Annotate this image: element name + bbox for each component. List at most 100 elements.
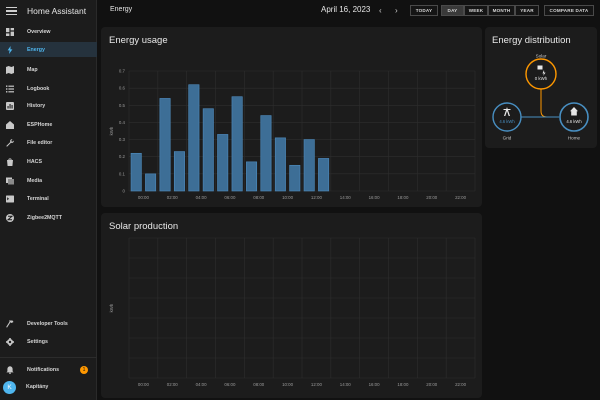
period-selector: DAY WEEK MONTH YEAR xyxy=(441,5,540,16)
energy-distribution-card: Energy distribution Solar 0 kWh 4.6 kWh … xyxy=(485,27,597,148)
y-tick-label: 0.6 xyxy=(119,86,126,91)
y-tick-label: 0.7 xyxy=(119,69,126,74)
sidebar-item-label: Overview xyxy=(27,28,51,35)
energy-usage-chart[interactable]: 0 0.1 0.2 0.3 0.4 0.5 0.6 0.7 00:00 02:00 04:00 06:… xyxy=(101,27,482,207)
x-tick-label: 14:00 xyxy=(340,382,352,387)
energy-usage-bar[interactable] xyxy=(130,152,142,192)
gear-icon xyxy=(6,337,14,346)
logbook-icon xyxy=(6,85,14,93)
sidebar-item-label: File editor xyxy=(27,139,53,146)
sidebar-item-label: Energy xyxy=(27,46,45,53)
energy-usage-bar[interactable] xyxy=(159,98,171,192)
next-date-button[interactable]: › xyxy=(395,6,398,15)
x-tick-label: 16:00 xyxy=(369,195,381,200)
energy-usage-bar[interactable] xyxy=(231,96,243,192)
y-tick-label: 0.3 xyxy=(119,137,126,142)
energy-usage-card: Energy usage 0 0.1 0.2 0.3 0.4 0.5 0.6 0.7 00:00… xyxy=(101,27,482,207)
energy-usage-bar[interactable] xyxy=(202,108,214,192)
sidebar-item-zigbee2mqtt[interactable]: Zigbee2MQTT xyxy=(0,210,97,225)
sidebar-item-label: Developer Tools xyxy=(27,320,68,327)
sidebar-item-settings[interactable]: Settings xyxy=(0,334,97,349)
y-tick-label: 0.2 xyxy=(119,154,126,159)
sidebar-item-history[interactable]: History xyxy=(0,98,97,113)
x-tick-label: 02:00 xyxy=(167,195,179,200)
y-axis-label: kWh xyxy=(109,126,114,135)
energy-usage-bar[interactable] xyxy=(260,115,272,192)
x-tick-label: 10:00 xyxy=(282,195,294,200)
x-tick-label: 18:00 xyxy=(397,195,409,200)
sidebar-item-logbook[interactable]: Logbook xyxy=(0,81,97,96)
week-button[interactable]: WEEK xyxy=(464,5,488,16)
x-tick-label: 08:00 xyxy=(253,382,265,387)
energy-usage-bar[interactable] xyxy=(274,137,286,192)
sidebar-item-label: Logbook xyxy=(27,85,50,92)
menu-icon[interactable] xyxy=(6,6,17,16)
user-name[interactable]: Kapitány xyxy=(26,384,48,390)
energy-usage-bar[interactable] xyxy=(289,164,301,192)
prev-date-button[interactable]: ‹ xyxy=(379,6,382,15)
notification-badge: 1 xyxy=(80,366,88,374)
sidebar-item-file-editor[interactable]: File editor xyxy=(0,135,97,150)
x-tick-label: 20:00 xyxy=(426,382,438,387)
solar-production-chart[interactable]: 00:00 02:00 04:00 06:00 08:00 10:00 12:00 14:00… xyxy=(101,213,482,398)
avatar[interactable]: K xyxy=(3,381,16,394)
solar-to-home-flow xyxy=(540,89,559,118)
sidebar-item-label: Notifications xyxy=(27,366,60,373)
energy-usage-bar[interactable] xyxy=(217,134,229,192)
top-bar: Energy April 16, 2023 ‹ › TODAY DAY WEEK… xyxy=(98,0,600,22)
sidebar-item-developer-tools[interactable]: Developer Tools xyxy=(0,316,97,331)
energy-bolt-icon xyxy=(6,45,14,54)
energy-usage-bar[interactable] xyxy=(173,151,185,192)
x-tick-label: 18:00 xyxy=(397,382,409,387)
sidebar-item-label: Terminal xyxy=(27,195,49,202)
x-tick-label: 00:00 xyxy=(138,382,150,387)
x-tick-label: 12:00 xyxy=(311,195,323,200)
hacs-icon xyxy=(6,157,14,166)
compare-data-button[interactable]: COMPARE DATA xyxy=(544,5,594,16)
x-tick-label: 12:00 xyxy=(311,382,323,387)
energy-usage-bar[interactable] xyxy=(246,161,258,192)
month-button[interactable]: MONTH xyxy=(488,5,515,16)
page-title: Energy xyxy=(110,6,133,13)
x-tick-label: 00:00 xyxy=(138,195,150,200)
energy-usage-bar[interactable] xyxy=(303,139,315,192)
sidebar-item-label: History xyxy=(27,102,46,109)
hammer-icon xyxy=(6,320,14,328)
energy-usage-bar[interactable] xyxy=(318,158,330,192)
day-button[interactable]: DAY xyxy=(441,5,464,16)
solar-production-card: Solar production 00:00 02:00 04:00 06:00 08:… xyxy=(101,213,482,398)
date-display: April 16, 2023 xyxy=(321,5,371,14)
home-value: 4.6 kWh xyxy=(566,119,582,124)
x-tick-label: 16:00 xyxy=(369,382,381,387)
sidebar-item-map[interactable]: Map xyxy=(0,62,97,77)
grid-value: 4.6 kWh xyxy=(499,119,515,124)
overview-icon xyxy=(6,27,14,36)
x-tick-label: 06:00 xyxy=(224,195,236,200)
x-tick-label: 06:00 xyxy=(224,382,236,387)
sidebar-item-label: HACS xyxy=(27,158,43,165)
sidebar-item-media[interactable]: Media xyxy=(0,173,97,188)
x-tick-label: 10:00 xyxy=(282,382,294,387)
sidebar-item-hacs[interactable]: HACS xyxy=(0,154,97,169)
sidebar-item-esphome[interactable]: ESPHome xyxy=(0,117,97,132)
sidebar-item-energy[interactable]: Energy xyxy=(0,42,97,57)
energy-usage-bar[interactable] xyxy=(188,84,200,192)
solar-node[interactable] xyxy=(525,58,557,90)
sidebar-item-label: Media xyxy=(27,177,43,184)
esphome-icon xyxy=(6,120,14,129)
solar-label: Solar xyxy=(536,54,547,59)
sidebar-item-label: Map xyxy=(27,66,38,73)
solar-value: 0 kWh xyxy=(535,76,548,81)
x-tick-label: 20:00 xyxy=(426,195,438,200)
y-tick-label: 0.1 xyxy=(119,171,126,176)
x-tick-label: 04:00 xyxy=(196,195,208,200)
wrench-icon xyxy=(6,138,14,147)
year-button[interactable]: YEAR xyxy=(515,5,539,16)
energy-usage-bar[interactable] xyxy=(145,173,157,192)
bell-icon xyxy=(6,365,14,374)
sidebar-item-overview[interactable]: Overview xyxy=(0,24,97,39)
x-tick-label: 22:00 xyxy=(455,382,467,387)
sidebar-item-terminal[interactable]: Terminal xyxy=(0,191,97,206)
energy-distribution-diagram: Solar 0 kWh 4.6 kWh Grid 4.6 kWh Home xyxy=(492,54,589,141)
today-button[interactable]: TODAY xyxy=(410,5,438,16)
